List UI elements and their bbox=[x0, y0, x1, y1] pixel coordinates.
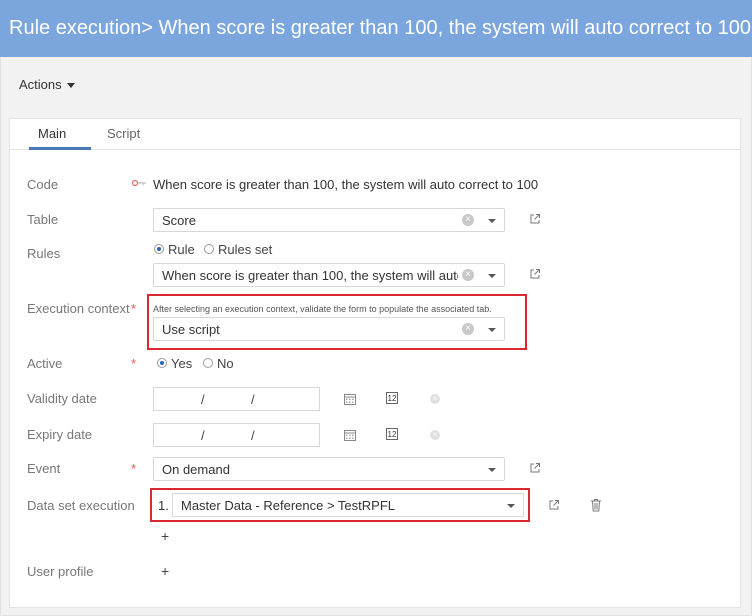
tab-bar: Main Script bbox=[9, 118, 741, 150]
date-separator: / bbox=[201, 392, 205, 407]
active-no-label: No bbox=[217, 356, 234, 371]
active-yes-label: Yes bbox=[171, 356, 193, 371]
caret-down-icon bbox=[66, 83, 75, 89]
data-set-execution-label: Data set execution bbox=[27, 498, 135, 513]
table-select[interactable]: Score × bbox=[153, 208, 505, 232]
rules-label: Rules bbox=[27, 246, 61, 261]
active-no-radio[interactable] bbox=[203, 358, 213, 368]
rules-value: When score is greater than 100, the syst… bbox=[162, 268, 458, 283]
rule-radio[interactable] bbox=[154, 244, 164, 254]
today-icon[interactable]: 12 bbox=[386, 392, 398, 404]
external-link-icon[interactable] bbox=[529, 462, 541, 474]
date-separator: / bbox=[201, 428, 205, 443]
actions-label: Actions bbox=[19, 77, 62, 92]
dropdown-arrow-icon[interactable] bbox=[488, 219, 496, 223]
table-label: Table bbox=[27, 212, 59, 227]
external-link-icon[interactable] bbox=[529, 213, 541, 225]
table-value: Score bbox=[162, 213, 196, 228]
add-user-profile-button[interactable]: + bbox=[161, 563, 169, 579]
dropdown-arrow-icon[interactable] bbox=[488, 468, 496, 472]
tab-main[interactable]: Main bbox=[38, 126, 66, 141]
clear-icon[interactable]: × bbox=[462, 214, 474, 226]
execution-context-label: Execution context bbox=[27, 301, 130, 316]
clear-date-icon[interactable]: × bbox=[430, 394, 440, 404]
actions-bar: Actions bbox=[0, 57, 752, 114]
event-label: Event bbox=[27, 461, 61, 476]
tab-script[interactable]: Script bbox=[107, 126, 140, 141]
active-yes-radio[interactable] bbox=[157, 358, 167, 368]
date-separator: / bbox=[251, 428, 255, 443]
rule-radio-label: Rule bbox=[168, 242, 195, 257]
expiry-date-input[interactable]: / / bbox=[153, 423, 320, 447]
event-select[interactable]: On demand bbox=[153, 457, 505, 481]
user-profile-label: User profile bbox=[27, 564, 94, 579]
expiry-date-label: Expiry date bbox=[27, 427, 93, 442]
rules-select[interactable]: When score is greater than 100, the syst… bbox=[153, 263, 505, 287]
calendar-icon[interactable] bbox=[344, 429, 356, 441]
add-data-set-button[interactable]: + bbox=[161, 528, 169, 544]
code-value: When score is greater than 100, the syst… bbox=[153, 177, 539, 192]
trash-icon[interactable] bbox=[590, 498, 602, 512]
required-marker: * bbox=[131, 356, 137, 371]
dropdown-arrow-icon[interactable] bbox=[488, 274, 496, 278]
page-title: Rule execution> When score is greater th… bbox=[0, 0, 752, 57]
active-label: Active bbox=[27, 356, 63, 371]
today-icon[interactable]: 12 bbox=[386, 428, 398, 440]
clear-date-icon[interactable]: × bbox=[430, 430, 440, 440]
clear-icon[interactable]: × bbox=[462, 269, 474, 281]
rules-set-radio-label: Rules set bbox=[218, 242, 273, 257]
calendar-icon[interactable] bbox=[344, 393, 356, 405]
date-separator: / bbox=[251, 392, 255, 407]
validity-date-input[interactable]: / / bbox=[153, 387, 320, 411]
external-link-icon[interactable] bbox=[548, 499, 560, 511]
execution-context-highlight bbox=[147, 294, 527, 350]
required-marker: * bbox=[131, 301, 137, 316]
key-icon bbox=[131, 179, 146, 187]
validity-date-label: Validity date bbox=[27, 391, 97, 406]
event-value: On demand bbox=[162, 462, 230, 477]
data-set-highlight bbox=[150, 488, 530, 522]
rules-set-radio[interactable] bbox=[204, 244, 214, 254]
required-marker: * bbox=[131, 461, 137, 476]
active-tab-indicator bbox=[29, 147, 91, 150]
actions-menu-button[interactable]: Actions bbox=[19, 77, 75, 92]
external-link-icon[interactable] bbox=[529, 268, 541, 280]
code-label: Code bbox=[27, 177, 59, 192]
